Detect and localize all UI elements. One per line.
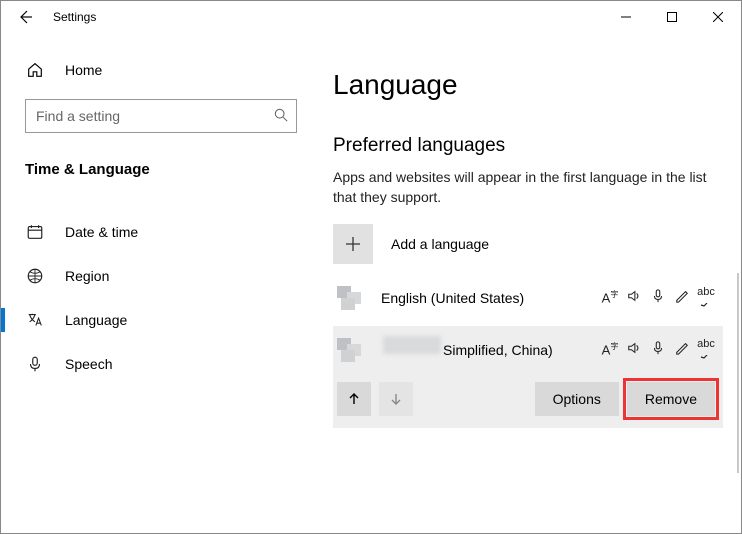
nav-date-time[interactable]: Date & time [1, 210, 321, 254]
settings-window: Settings Home Find a setting Time & Lang… [0, 0, 742, 534]
language-item-selected-group: Simplified, China) A字 abc [333, 326, 723, 428]
sidebar: Home Find a setting Time & Language Date… [1, 33, 321, 533]
sidebar-home-label: Home [65, 62, 102, 78]
search-input[interactable]: Find a setting [25, 99, 297, 133]
nav-language[interactable]: Language [1, 298, 321, 342]
redacted-text [383, 336, 441, 354]
nav-label: Speech [65, 356, 112, 372]
close-button[interactable] [695, 1, 741, 33]
language-icon [25, 311, 45, 329]
category-title: Time & Language [1, 149, 321, 194]
section-title: Preferred languages [333, 135, 723, 157]
add-language-label: Add a language [391, 236, 489, 252]
nav-label: Language [65, 312, 127, 328]
window-title: Settings [53, 10, 96, 24]
flag-icon [337, 286, 367, 310]
add-language[interactable]: Add a language [333, 224, 723, 264]
language-name: English (United States) [381, 290, 601, 306]
spellcheck-icon: abc [697, 338, 715, 362]
speech-icon [649, 289, 667, 306]
back-arrow-icon [17, 9, 33, 25]
minimize-button[interactable] [603, 1, 649, 33]
microphone-icon [25, 355, 45, 373]
maximize-button[interactable] [649, 1, 695, 33]
spellcheck-icon: abc [697, 286, 715, 310]
plus-icon [333, 224, 373, 264]
language-item-english[interactable]: English (United States) A字 abc [333, 276, 723, 320]
main: Language Preferred languages Apps and we… [321, 33, 741, 533]
language-item-chinese[interactable]: Simplified, China) A字 abc [333, 326, 723, 374]
display-lang-icon: A字 [601, 341, 619, 357]
search-placeholder: Find a setting [36, 108, 274, 124]
sidebar-home[interactable]: Home [1, 53, 321, 87]
display-lang-icon: A字 [601, 289, 619, 305]
options-button[interactable]: Options [535, 382, 619, 416]
move-up-button[interactable] [337, 382, 371, 416]
home-icon [25, 61, 45, 79]
page-title: Language [333, 69, 723, 101]
nav-speech[interactable]: Speech [1, 342, 321, 386]
nav-list: Date & time Region Language [1, 210, 321, 386]
language-feature-icons: A字 abc [601, 286, 715, 310]
globe-icon [25, 267, 45, 285]
tts-icon [625, 289, 643, 306]
speech-icon [649, 341, 667, 358]
language-feature-icons: A字 abc [601, 338, 715, 362]
handwriting-icon [673, 289, 691, 306]
titlebar: Settings [1, 1, 741, 33]
calendar-icon [25, 223, 45, 241]
language-actions: Options Remove [333, 374, 723, 416]
tts-icon [625, 341, 643, 358]
handwriting-icon [673, 341, 691, 358]
window-controls [603, 1, 741, 33]
section-description: Apps and websites will appear in the fir… [333, 167, 723, 208]
body: Home Find a setting Time & Language Date… [1, 33, 741, 533]
options-label: Options [553, 391, 601, 407]
remove-label: Remove [645, 391, 697, 407]
move-down-button[interactable] [379, 382, 413, 416]
flag-icon [337, 338, 367, 362]
nav-label: Region [65, 268, 109, 284]
nav-region[interactable]: Region [1, 254, 321, 298]
search-icon [274, 108, 288, 125]
scrollbar[interactable] [737, 273, 739, 473]
back-button[interactable] [13, 5, 37, 29]
nav-label: Date & time [65, 224, 138, 240]
remove-button[interactable]: Remove [627, 382, 715, 416]
